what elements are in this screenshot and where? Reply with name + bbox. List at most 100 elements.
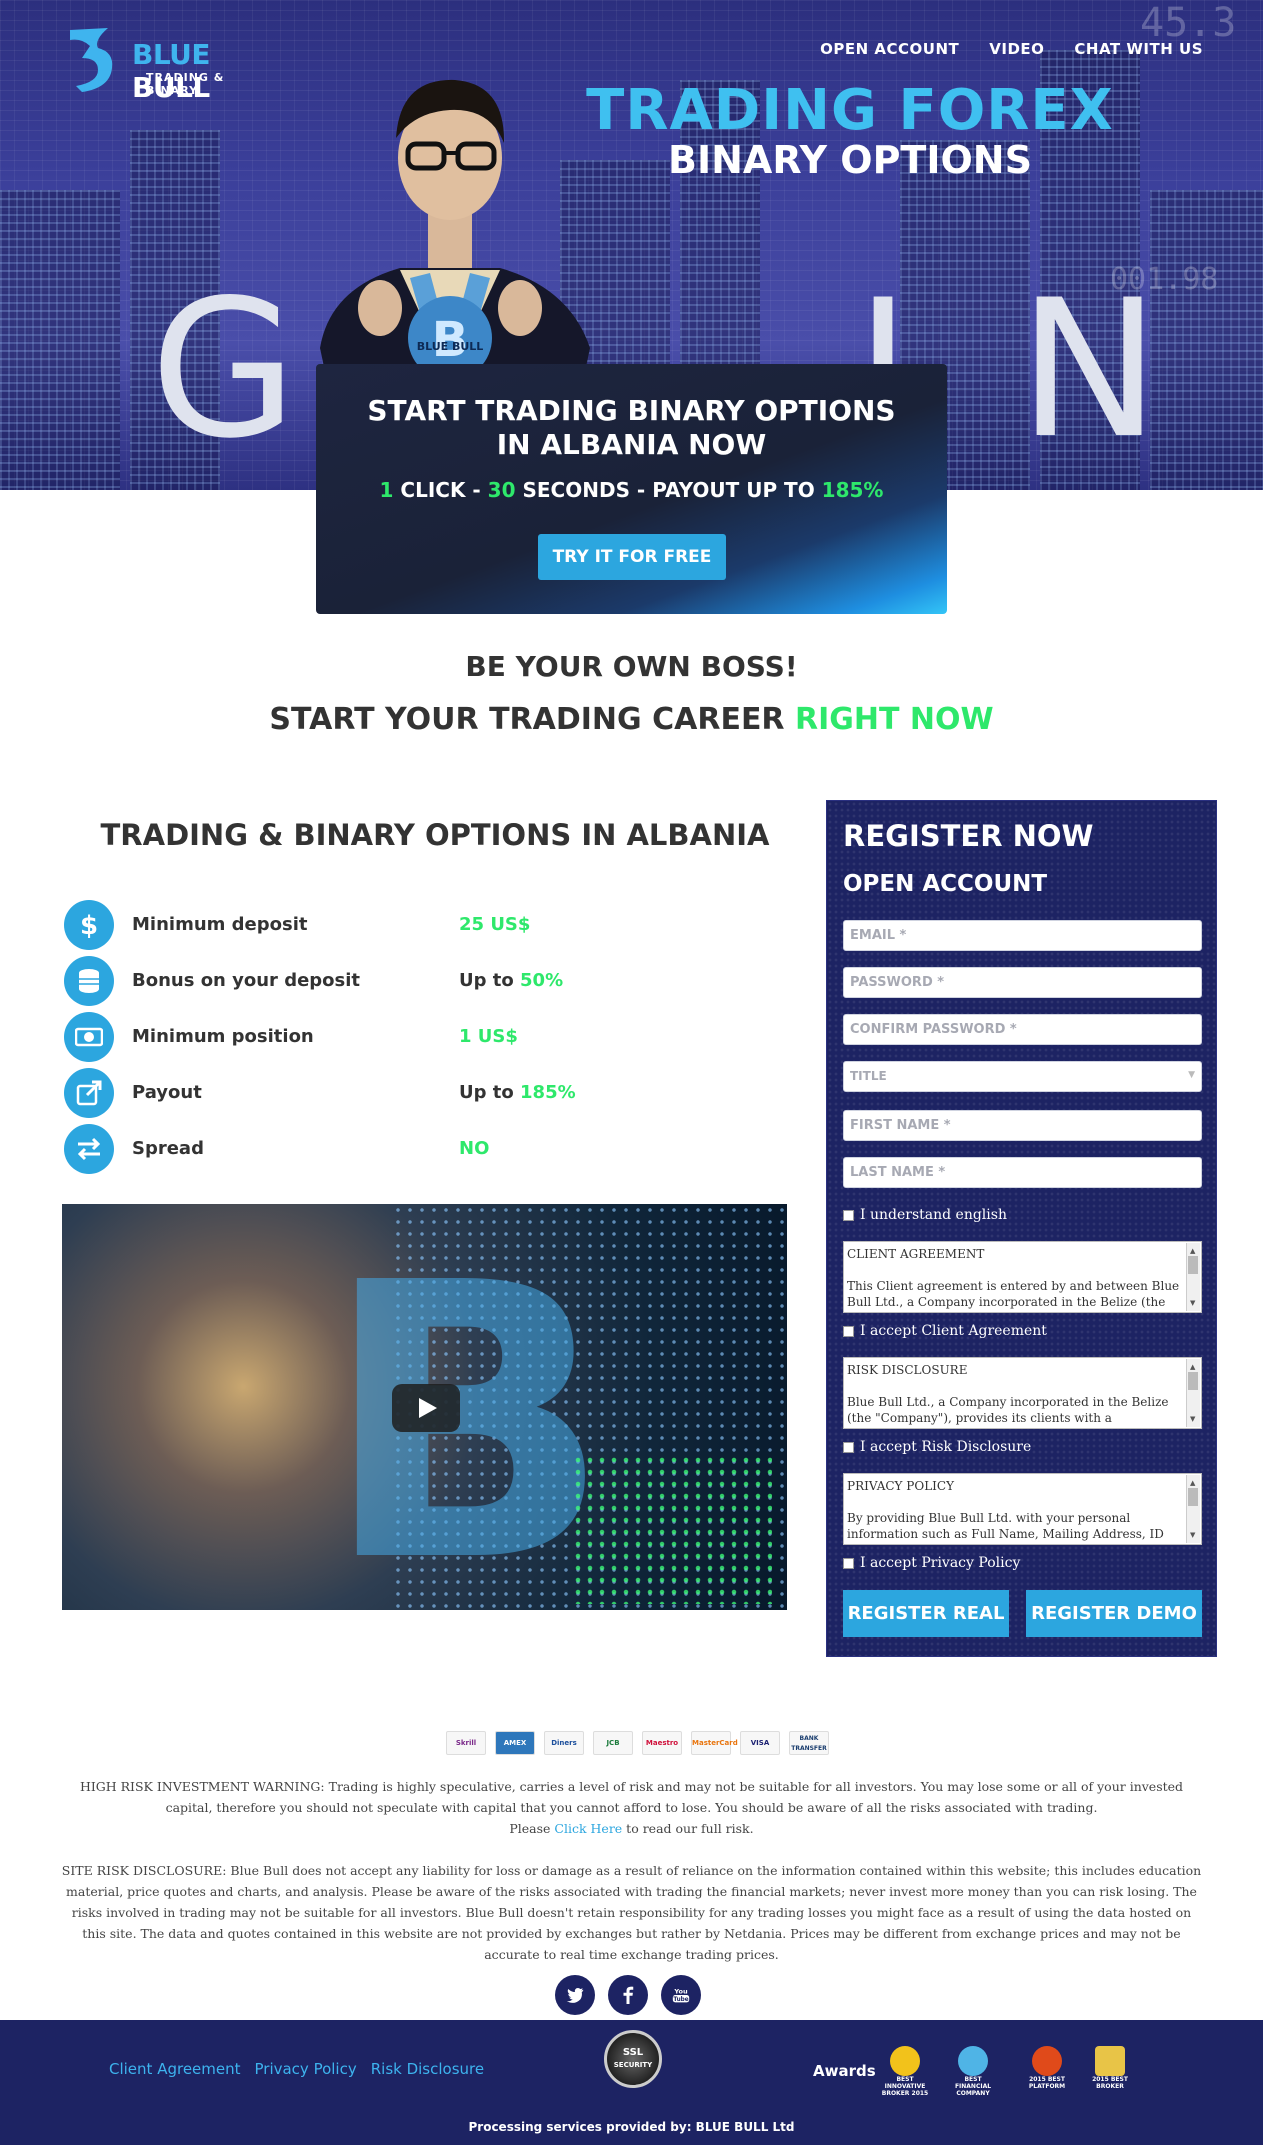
youtube-icon[interactable]: You Tube [661,1975,701,2015]
cta-text-1: CLICK - [393,478,488,502]
coins-icon [64,956,114,1006]
footer-privacy-policy-link[interactable]: Privacy Policy [255,2060,357,2078]
tagline-career: START YOUR TRADING CAREER RIGHT NOW [0,702,1263,737]
play-icon[interactable] [392,1384,460,1432]
nav-chat-with-us[interactable]: CHAT WITH US [1074,40,1203,58]
last-name-field[interactable] [843,1157,1202,1188]
footer: Client Agreement Privacy Policy Risk Dis… [0,2020,1263,2145]
open-account-title: OPEN ACCOUNT [843,871,1048,897]
feature-label: Minimum deposit [132,914,308,935]
cta-box: START TRADING BINARY OPTIONS IN ALBANIA … [316,364,947,614]
scrollbar[interactable] [1186,1475,1200,1543]
read-full-risk: Please Click Here to read our full risk. [509,1821,754,1836]
promo-video[interactable]: B [62,1204,787,1610]
cta-seconds: 30 [487,478,516,502]
svg-text:You: You [673,1987,688,1995]
cta-payout: 185% [821,478,884,502]
exchange-arrows-icon [64,1124,114,1174]
facebook-icon[interactable] [608,1975,648,2015]
risk-disclosure-textarea[interactable]: RISK DISCLOSURE Blue Bull Ltd., a Compan… [843,1357,1202,1429]
password-field[interactable] [843,967,1202,998]
award-badge: 2015 BEST BROKER [1085,2038,1135,2098]
top-nav: OPEN ACCOUNT VIDEO CHAT WITH US [820,40,1203,58]
client-agreement-textarea[interactable]: CLIENT AGREEMENT This Client agreement i… [843,1241,1202,1313]
chevron-down-icon: ▼ [1188,1070,1195,1080]
footer-links: Client Agreement Privacy Policy Risk Dis… [109,2060,484,2078]
visa-icon: VISA [740,1731,780,1755]
scrollbar[interactable] [1186,1359,1200,1427]
feature-value: Up to 185% [459,1082,576,1103]
tagline-career-text: START YOUR TRADING CAREER [269,702,795,737]
hero-title: TRADING FOREX [586,78,1114,143]
nav-video[interactable]: VIDEO [989,40,1044,58]
ssl-security-badge: SSL SECURITY [604,2030,662,2088]
feature-row-payout: Payout Up to 185% [64,1068,764,1120]
accept-client-agreement-checkbox[interactable]: I accept Client Agreement [843,1323,1047,1339]
title-select[interactable]: TITLE ▼ [843,1061,1202,1092]
click-here-link[interactable]: Click Here [554,1821,622,1836]
feature-label: Spread [132,1138,204,1159]
twitter-icon[interactable] [555,1975,595,2015]
banknote-icon [64,1012,114,1062]
blue-bull-logo[interactable]: BLUE BULL TRADING & BINARY [68,26,278,104]
mastercard-icon: MasterCard [691,1731,738,1755]
cta-title-line1: START TRADING BINARY OPTIONS [367,394,896,427]
feature-label: Minimum position [132,1026,314,1047]
accept-risk-disclosure-checkbox[interactable]: I accept Risk Disclosure [843,1439,1031,1455]
cta-title: START TRADING BINARY OPTIONS IN ALBANIA … [316,394,947,462]
nav-open-account[interactable]: OPEN ACCOUNT [820,40,959,58]
hero-letter-n: N [1018,259,1161,480]
feature-row-bonus: Bonus on your deposit Up to 50% [64,956,764,1008]
svg-text:Tube: Tube [673,1997,688,2003]
cta-offer-line: 1 CLICK - 30 SECONDS - PAYOUT UP TO 185% [316,478,947,502]
features-title: TRADING & BINARY OPTIONS IN ALBANIA [100,818,770,852]
cta-text-2: SECONDS - PAYOUT UP TO [515,478,822,502]
privacy-policy-textarea[interactable]: PRIVACY POLICY By providing Blue Bull Lt… [843,1473,1202,1545]
svg-text:BLUE BULL: BLUE BULL [417,340,484,353]
award-badge: 2015 BEST PLATFORM [1022,2038,1072,2098]
maestro-icon: Maestro [642,1731,682,1755]
confirm-password-field[interactable] [843,1014,1202,1045]
register-real-button[interactable]: REGISTER REAL [843,1590,1009,1637]
feature-label: Payout [132,1082,202,1103]
risk-warning: HIGH RISK INVESTMENT WARNING: Trading is… [79,1779,1184,1815]
register-panel: REGISTER NOW OPEN ACCOUNT TITLE▼ I under… [826,800,1217,1657]
feature-value: 1 US$ [459,1026,518,1047]
first-name-field[interactable] [843,1110,1202,1141]
award-badge: BEST INNOVATIVE BROKER 2015 [880,2038,930,2098]
bank-transfer-icon: BANK TRANSFER [789,1731,829,1755]
site-risk-disclosure: SITE RISK DISCLOSURE: Blue Bull does not… [61,1863,1202,1962]
hero-subtitle: BINARY OPTIONS [668,138,1032,182]
processing-notice: Processing services provided by: BLUE BU… [468,2120,795,2134]
footer-risk-disclosure-link[interactable]: Risk Disclosure [371,2060,484,2078]
feature-row-min-deposit: $ Minimum deposit 25 US$ [64,900,764,952]
tagline-boss: BE YOUR OWN BOSS! [465,650,798,683]
cta-title-line2: IN ALBANIA NOW [496,428,767,461]
hero-letter-g: G [150,259,298,480]
cta-clicks: 1 [379,478,394,502]
feature-value: NO [459,1138,490,1159]
accept-privacy-policy-checkbox[interactable]: I accept Privacy Policy [843,1555,1020,1571]
footer-client-agreement-link[interactable]: Client Agreement [109,2060,241,2078]
amex-icon: AMEX [495,1731,535,1755]
award-badge: BEST FINANCIAL COMPANY [948,2038,998,2098]
svg-text:$: $ [80,911,98,939]
skrill-icon: Skrill [446,1731,486,1755]
bull-logo-icon [70,28,113,92]
payment-methods: Skrill AMEX Diners JCB Maestro MasterCar… [446,1731,829,1755]
logo-subtitle: TRADING & BINARY [146,71,225,97]
feature-row-spread: Spread NO [64,1124,764,1176]
register-demo-button[interactable]: REGISTER DEMO [1026,1590,1202,1637]
diners-icon: Diners [544,1731,584,1755]
register-title: REGISTER NOW [843,819,1094,853]
email-field[interactable] [843,920,1202,951]
understand-english-checkbox[interactable]: I understand english [843,1207,1007,1223]
logo-name-blue: BLUE [132,38,211,71]
external-link-icon [64,1068,114,1118]
awards-label: Awards [813,2062,876,2080]
scrollbar[interactable] [1186,1243,1200,1311]
feature-value: 25 US$ [459,914,531,935]
try-it-free-button[interactable]: TRY IT FOR FREE [538,534,726,580]
dollar-icon: $ [64,900,114,950]
feature-value: Up to 50% [459,970,564,991]
